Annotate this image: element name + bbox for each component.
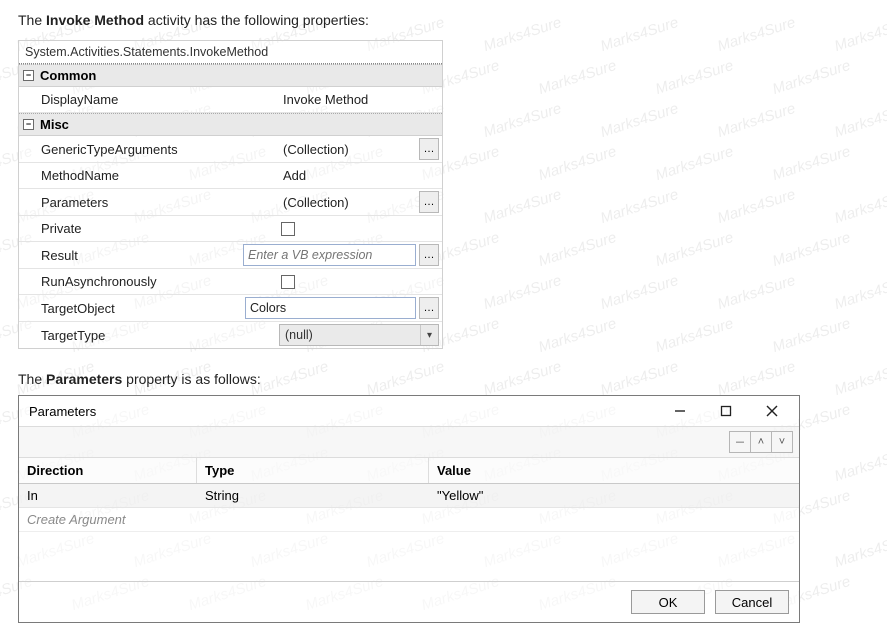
move-up-button[interactable]: ˄ xyxy=(750,431,772,453)
maximize-icon xyxy=(720,405,732,417)
prop-name: TargetType xyxy=(19,322,276,348)
minimize-button[interactable] xyxy=(657,397,703,425)
ellipsis-button[interactable]: … xyxy=(419,191,439,213)
col-value[interactable]: Value xyxy=(429,458,799,483)
row-private: Private xyxy=(19,216,442,242)
collapse-icon[interactable]: − xyxy=(23,70,34,81)
checkbox[interactable] xyxy=(281,275,295,289)
collapse-icon[interactable]: − xyxy=(23,119,34,130)
row-result: Result … xyxy=(19,242,442,269)
prop-name: MethodName xyxy=(19,163,276,188)
row-run-async: RunAsynchronously xyxy=(19,269,442,295)
prop-name: Parameters xyxy=(19,189,276,215)
property-grid: System.Activities.Statements.InvokeMetho… xyxy=(18,40,443,349)
category-label: Misc xyxy=(40,117,69,132)
target-type-combo[interactable]: (null) ▾ xyxy=(279,324,439,346)
intro-text: The Invoke Method activity has the follo… xyxy=(18,12,869,28)
ellipsis-button[interactable]: … xyxy=(419,297,439,319)
delete-arg-button[interactable]: － xyxy=(729,431,751,453)
target-object-input[interactable] xyxy=(245,297,416,319)
checkbox[interactable] xyxy=(281,222,295,236)
prop-name: TargetObject xyxy=(19,295,242,321)
chevron-down-icon: ▾ xyxy=(420,325,438,345)
ok-button[interactable]: OK xyxy=(631,590,705,614)
cell-value[interactable]: "Yellow" xyxy=(429,484,799,507)
row-parameters: Parameters (Collection) … xyxy=(19,189,442,216)
ellipsis-button[interactable]: … xyxy=(419,138,439,160)
minimize-icon xyxy=(674,405,686,417)
row-display-name: DisplayName Invoke Method xyxy=(19,87,442,113)
dialog-toolbar: － ˄ ˅ xyxy=(19,426,799,458)
category-common[interactable]: − Common xyxy=(19,64,442,87)
prop-value: (Collection) xyxy=(279,193,416,212)
prop-value[interactable]: Invoke Method xyxy=(279,90,372,109)
table-row[interactable]: In String "Yellow" xyxy=(19,484,799,507)
col-direction[interactable]: Direction xyxy=(19,458,197,483)
prop-name: GenericTypeArguments xyxy=(19,136,276,162)
dialog-footer: OK Cancel xyxy=(19,581,799,622)
cell-direction[interactable]: In xyxy=(19,484,197,507)
prop-name: Private xyxy=(19,216,276,241)
row-method-name: MethodName Add xyxy=(19,163,442,189)
prop-name: RunAsynchronously xyxy=(19,269,276,294)
ellipsis-button[interactable]: … xyxy=(419,244,439,266)
col-type[interactable]: Type xyxy=(197,458,429,483)
dialog-title: Parameters xyxy=(29,404,657,419)
category-misc[interactable]: − Misc xyxy=(19,113,442,136)
mid-text: The Parameters property is as follows: xyxy=(18,371,869,387)
prop-value: (Collection) xyxy=(279,140,416,159)
create-argument-row[interactable]: Create Argument xyxy=(19,507,799,531)
move-down-button[interactable]: ˅ xyxy=(771,431,793,453)
dialog-titlebar: Parameters xyxy=(19,396,799,426)
prop-name: DisplayName xyxy=(19,87,276,112)
vb-expression-input[interactable] xyxy=(243,244,416,266)
close-icon xyxy=(766,405,778,417)
grid-header: Direction Type Value xyxy=(19,458,799,484)
row-target-object: TargetObject … xyxy=(19,295,442,322)
parameters-dialog: Parameters － ˄ ˅ Direction Type Value In… xyxy=(18,395,800,623)
cancel-button[interactable]: Cancel xyxy=(715,590,789,614)
prop-name: Result xyxy=(19,242,240,268)
prop-value[interactable]: Add xyxy=(279,166,310,185)
propgrid-header: System.Activities.Statements.InvokeMetho… xyxy=(19,41,442,64)
row-generic-type-args: GenericTypeArguments (Collection) … xyxy=(19,136,442,163)
close-button[interactable] xyxy=(749,397,795,425)
maximize-button[interactable] xyxy=(703,397,749,425)
grid-empty-space xyxy=(19,531,799,581)
cell-type[interactable]: String xyxy=(197,484,429,507)
row-target-type: TargetType (null) ▾ xyxy=(19,322,442,349)
category-label: Common xyxy=(40,68,96,83)
